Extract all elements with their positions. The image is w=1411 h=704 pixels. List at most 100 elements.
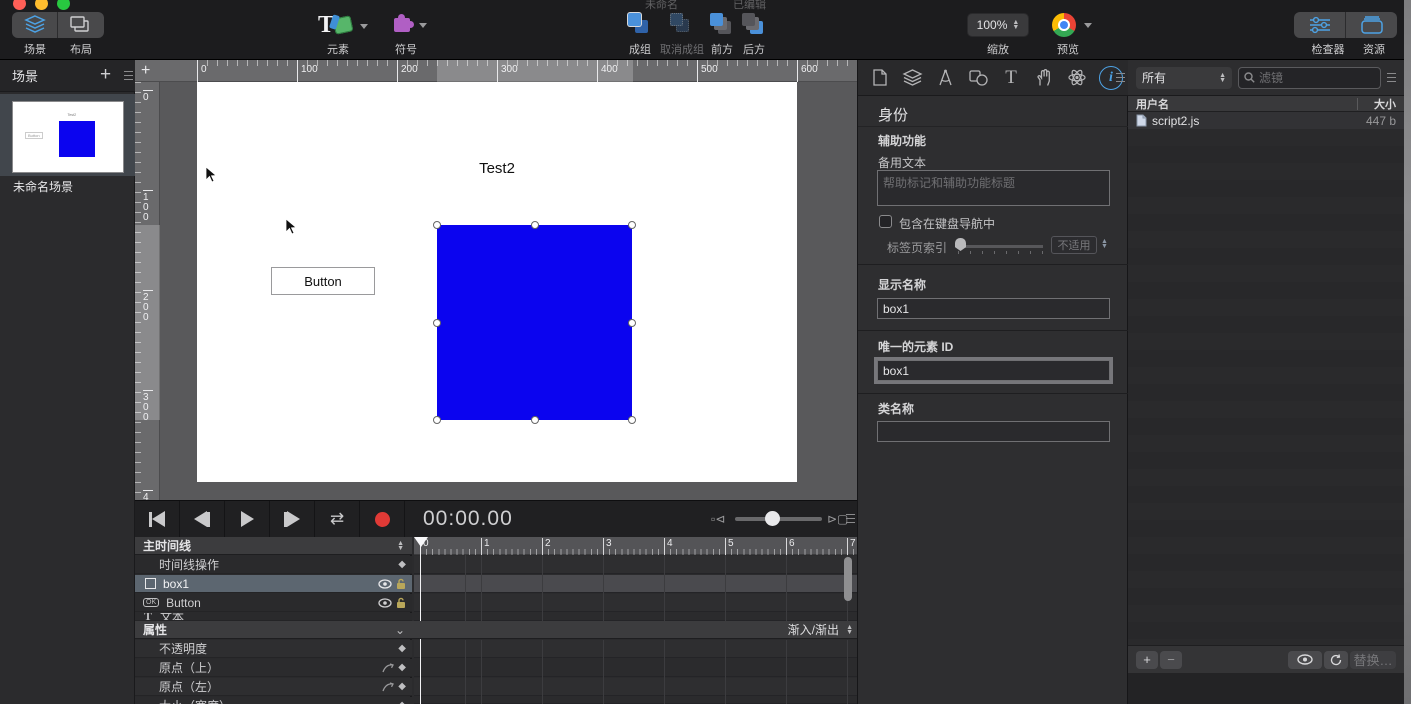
stage-button-element[interactable]: Button — [271, 267, 375, 295]
tab-actions-hand-icon[interactable] — [1033, 67, 1055, 89]
scene-list-item-selected[interactable]: Test2 Button — [0, 94, 135, 176]
scene-thumbnail[interactable]: Test2 Button — [13, 102, 123, 172]
jump-to-start-button[interactable] — [135, 501, 180, 538]
tab-index-slider-thumb[interactable] — [955, 238, 966, 251]
lock-icon[interactable] — [396, 578, 406, 590]
zoom-window-button[interactable] — [57, 0, 70, 10]
timeline-select-stepper-icon[interactable]: ▲▼ — [397, 541, 404, 551]
alt-text-input[interactable] — [877, 170, 1110, 206]
symbols-button[interactable] — [392, 12, 428, 38]
record-button[interactable] — [360, 501, 405, 538]
ease-curve-icon[interactable] — [382, 663, 394, 673]
timeline-row-button[interactable]: OK Button — [135, 594, 412, 612]
transport-menu-icon[interactable] — [846, 514, 855, 523]
resize-handle-e[interactable] — [628, 319, 636, 327]
keyframe-icon[interactable]: ◆ — [398, 559, 406, 570]
layout-toggle-button[interactable] — [58, 12, 104, 38]
send-back-button[interactable] — [740, 11, 768, 39]
timeline-row-actions[interactable]: 时间线操作 ◆ — [135, 556, 412, 574]
replace-resource-button[interactable]: 替换… — [1350, 651, 1396, 669]
main-timeline-header[interactable]: 主时间线 ▲▼ — [135, 537, 412, 555]
scenes-toggle-button[interactable] — [12, 12, 57, 38]
reload-resource-button[interactable] — [1324, 651, 1348, 669]
tab-physics-icon[interactable] — [1066, 67, 1088, 89]
class-name-input[interactable] — [877, 421, 1110, 442]
collapse-chevron-icon[interactable]: ⌄ — [395, 623, 405, 637]
tab-document-icon[interactable] — [868, 67, 890, 89]
ungroup-button[interactable] — [668, 11, 696, 39]
stage-heading-text[interactable]: Test2 — [437, 160, 557, 177]
resource-type-dropdown[interactable]: 所有 ▲▼ — [1136, 67, 1232, 89]
resize-handle-sw[interactable] — [433, 416, 441, 424]
resize-handle-nw[interactable] — [433, 221, 441, 229]
timeline-zoom-slider-thumb[interactable] — [765, 511, 780, 526]
remove-resource-button[interactable]: − — [1160, 651, 1182, 669]
timeline-zoom-slider[interactable] — [735, 517, 822, 521]
scenes-panel-menu-icon[interactable] — [124, 71, 133, 80]
properties-section-header[interactable]: 属性 ⌄ 渐入/渐出 ▲▼ — [135, 621, 857, 639]
scene-stage[interactable]: Test2 Button — [197, 82, 797, 482]
resources-column-headers[interactable]: 用户名 大小 — [1128, 96, 1404, 112]
keyframe-icon[interactable]: ◆ — [398, 681, 406, 692]
preview-chrome-button[interactable] — [1052, 13, 1076, 37]
resource-type-value: 所有 — [1142, 69, 1166, 86]
playhead-handle-icon[interactable] — [414, 537, 428, 547]
elements-button[interactable]: T — [318, 12, 370, 38]
tab-index-slider[interactable] — [958, 245, 1043, 248]
element-id-input[interactable] — [877, 360, 1110, 381]
timeline-zoom-out-icon[interactable]: ▫⊲ — [711, 512, 725, 526]
step-back-button[interactable] — [180, 501, 225, 538]
tab-text-icon[interactable]: T — [1000, 67, 1022, 89]
add-scene-button[interactable]: + — [100, 64, 111, 86]
thumb-heading-text: Test2 — [67, 112, 76, 117]
keyframe-icon[interactable]: ◆ — [398, 662, 406, 673]
play-button[interactable] — [225, 501, 270, 538]
resource-row-script2[interactable]: script2.js 447 b — [1128, 112, 1404, 129]
inspector-toggle-button[interactable] — [1294, 12, 1345, 38]
resize-handle-s[interactable] — [531, 416, 539, 424]
visibility-eye-icon[interactable] — [378, 598, 392, 608]
resize-handle-w[interactable] — [433, 319, 441, 327]
resources-panel-handle-icon[interactable] — [1387, 73, 1396, 82]
resize-handle-n[interactable] — [531, 221, 539, 229]
ease-stepper-icon[interactable]: ▲▼ — [846, 625, 853, 635]
tab-scene-layers-icon[interactable] — [901, 67, 923, 89]
resource-search-field[interactable]: 滤镜 — [1238, 67, 1381, 89]
tab-element-shapes-icon[interactable] — [967, 67, 989, 89]
lock-icon[interactable] — [396, 597, 406, 609]
keyframe-icon[interactable]: ◆ — [398, 643, 406, 654]
timeline-prop-origin-top[interactable]: 原点（上） ◆ — [135, 659, 412, 677]
playhead-line[interactable] — [420, 537, 421, 621]
timeline-row-text[interactable]: T 文本 — [135, 613, 412, 621]
resources-toggle-button[interactable] — [1346, 12, 1397, 38]
close-window-button[interactable] — [13, 0, 26, 10]
step-forward-button[interactable] — [270, 501, 315, 538]
timeline-prop-opacity[interactable]: 不透明度 ◆ — [135, 640, 412, 658]
resize-handle-ne[interactable] — [628, 221, 636, 229]
keyboard-nav-checkbox[interactable] — [879, 215, 892, 228]
group-button[interactable] — [626, 11, 654, 39]
canvas-area[interactable]: 0 100 200 300 400 500 600 + 0 100 200 30… — [135, 60, 857, 500]
ease-curve-icon[interactable] — [382, 682, 394, 692]
timeline-prop-origin-left[interactable]: 原点（左） ◆ — [135, 678, 412, 696]
timeline-ruler[interactable]: 0 1 2 3 4 5 6 7 — [414, 537, 857, 555]
inspector-panel-handle-icon[interactable] — [1116, 73, 1125, 82]
preview-resource-eye-button[interactable] — [1288, 651, 1322, 669]
bring-front-button[interactable] — [708, 11, 736, 39]
visibility-eye-icon[interactable] — [378, 579, 392, 589]
timeline-row-box1[interactable]: box1 — [135, 575, 412, 593]
display-name-input[interactable] — [877, 298, 1110, 319]
minimize-window-button[interactable] — [35, 0, 48, 10]
zoom-stepper[interactable]: 100% ▲▼ — [967, 13, 1029, 37]
tab-index-stepper-icon[interactable]: ▲▼ — [1101, 239, 1108, 249]
dropdown-stepper-icon: ▲▼ — [1219, 73, 1226, 83]
keyframe-icon[interactable]: ◆ — [398, 700, 406, 704]
preview-dropdown-chevron-icon[interactable] — [1084, 23, 1092, 28]
timeline-prop-size-width[interactable]: 大小（宽度） ◆ — [135, 697, 412, 704]
resize-handle-se[interactable] — [628, 416, 636, 424]
loop-button[interactable]: ⇄ — [315, 501, 360, 538]
stage-blue-box[interactable] — [437, 225, 632, 420]
timeline-vertical-scrollbar[interactable] — [844, 557, 852, 601]
add-resource-button[interactable]: + — [1136, 651, 1158, 669]
tab-metrics-icon[interactable] — [934, 67, 956, 89]
